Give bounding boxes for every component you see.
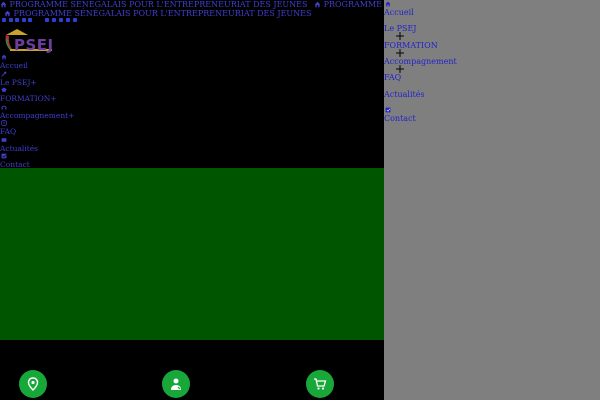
location-button[interactable] (19, 370, 47, 398)
twitter-icon[interactable] (9, 18, 13, 22)
user-support-icon (171, 378, 181, 390)
graduation-cap-icon (1, 87, 7, 92)
news-icon (1, 137, 7, 142)
psej-logo[interactable]: PSEJ (2, 27, 54, 54)
linkedin-icon[interactable] (66, 18, 70, 22)
facebook-icon[interactable] (45, 18, 49, 22)
side-menu-item-accompagnement[interactable]: Accompagnement (384, 57, 457, 66)
support-icon (1, 105, 7, 109)
nav-item-formation[interactable]: FORMATION+ (0, 87, 120, 104)
side-menu-item-faq[interactable]: FAQ (384, 73, 401, 82)
linkedin-icon[interactable] (28, 18, 32, 22)
home-icon (385, 1, 391, 7)
home-icon (1, 54, 7, 60)
nav-item-faq[interactable]: FAQ (0, 120, 120, 137)
side-menu-item-actualites[interactable]: Actualités (384, 90, 425, 99)
location-pin-icon (27, 377, 39, 391)
nav-item-label[interactable]: Accompagnement+ (0, 111, 74, 120)
instagram-icon[interactable] (15, 18, 19, 22)
question-icon (1, 120, 7, 126)
nav-item-accueil[interactable]: Accueil (0, 54, 120, 71)
side-menu-item-accueil[interactable]: Accueil (384, 8, 414, 17)
nav-item-actualites[interactable]: Actualités (0, 137, 120, 154)
hero-banner (0, 168, 384, 340)
expand-plus-icon[interactable] (396, 32, 404, 40)
nav-item-le-psej[interactable]: Le PSEJ+ (0, 71, 120, 88)
side-menu-panel: Accueil Le PSEJ FORMATION Accompagnement… (384, 0, 600, 400)
nav-item-label[interactable]: Le PSEJ+ (0, 78, 37, 87)
expand-plus-icon[interactable] (396, 49, 404, 57)
nav-item-accompagnement[interactable]: Accompagnement+ (0, 104, 120, 121)
side-menu-item-formation[interactable]: FORMATION (384, 41, 438, 50)
cart-button[interactable] (306, 370, 334, 398)
page-content: PROGRAMME SÉNÉGALAIS POUR L'ENTREPRENEUR… (0, 0, 384, 400)
shopping-cart-icon (314, 378, 327, 390)
nav-item-label[interactable]: FAQ (0, 127, 16, 136)
logo-text: PSEJ (14, 36, 54, 54)
program-title[interactable]: PROGRAMME SÉNÉGALAIS POUR L'ENTREPRENEUR… (10, 0, 308, 9)
home-icon (4, 10, 11, 17)
youtube-icon[interactable] (22, 18, 26, 22)
top-program-bar: PROGRAMME SÉNÉGALAIS POUR L'ENTREPRENEUR… (0, 0, 384, 9)
program-title[interactable]: PROGRAMME SÉNÉGALAIS POUR L'ENTREPRENEUR… (14, 9, 312, 18)
expand-plus-icon[interactable] (396, 65, 404, 73)
contact-icon (385, 107, 391, 113)
nav-item-label[interactable]: Actualités (0, 144, 38, 153)
main-nav: Accueil Le PSEJ+ FORMATION+ Accompagneme… (0, 54, 120, 170)
nav-item-label[interactable]: Accueil (0, 61, 28, 70)
program-title-short[interactable]: PROGRAMME SENEGALAIS (324, 0, 384, 9)
side-menu-item-contact[interactable]: Contact (384, 114, 416, 123)
home-icon (314, 1, 321, 8)
home-icon (0, 1, 7, 8)
top-program-bar-secondary: PROGRAMME SÉNÉGALAIS POUR L'ENTREPRENEUR… (4, 9, 312, 18)
key-icon (1, 71, 7, 77)
twitter-icon[interactable] (52, 18, 56, 22)
youtube-icon[interactable] (73, 18, 77, 22)
nav-item-label[interactable]: FORMATION+ (0, 94, 57, 103)
contact-icon (1, 153, 7, 159)
facebook-icon[interactable] (2, 18, 6, 22)
support-button[interactable] (162, 370, 190, 398)
instagram-icon[interactable] (59, 18, 63, 22)
